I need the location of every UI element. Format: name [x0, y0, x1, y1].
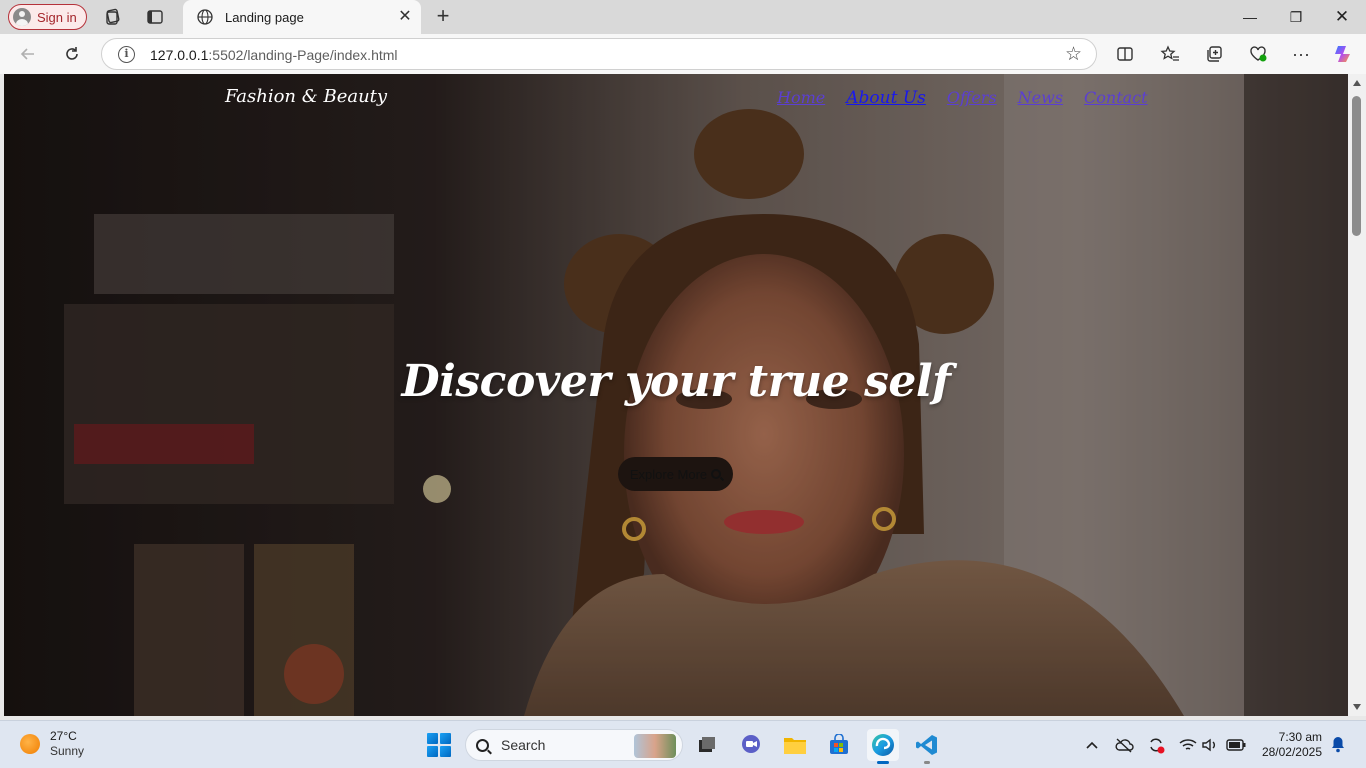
search-icon: [476, 738, 489, 752]
store-icon[interactable]: [823, 729, 855, 761]
url-text: 127.0.0.1:5502/landing-Page/index.html: [150, 47, 398, 63]
site-nav: Home About Us Offers News Contact: [777, 88, 1148, 108]
scroll-down-icon[interactable]: [1353, 704, 1361, 710]
sync-icon[interactable]: [1146, 735, 1166, 755]
refresh-icon[interactable]: [61, 43, 83, 65]
edge-icon[interactable]: [867, 729, 899, 764]
copilot-icon[interactable]: [1332, 43, 1354, 65]
vscode-icon[interactable]: [911, 729, 943, 764]
active-tab[interactable]: Landing page ✕: [183, 0, 421, 34]
more-icon[interactable]: ···: [1290, 43, 1312, 65]
clock-time: 7:30 am: [1278, 730, 1322, 744]
taskbar-search[interactable]: Search: [465, 729, 683, 761]
window-close-icon[interactable]: ✕: [1330, 6, 1354, 28]
system-clock[interactable]: 7:30 am 28/02/2025: [1256, 730, 1322, 760]
task-view-icon[interactable]: [691, 729, 723, 761]
battery-icon[interactable]: [1226, 735, 1246, 755]
clock-date: 28/02/2025: [1261, 745, 1322, 759]
nav-contact-link[interactable]: Contact: [1084, 88, 1148, 108]
favorite-star-icon[interactable]: ☆: [1065, 43, 1082, 66]
bell-icon[interactable]: [1330, 735, 1346, 753]
weather-widget[interactable]: 27°C Sunny: [20, 729, 84, 759]
hero-title: Discover your true self: [401, 356, 951, 407]
windows-taskbar: 27°C Sunny Search 7:30 am 28/02/2025: [0, 720, 1366, 768]
browser-essentials-icon[interactable]: [1247, 43, 1269, 65]
windows-start-icon[interactable]: [427, 733, 451, 757]
scrollbar-thumb[interactable]: [1352, 96, 1361, 236]
collections-icon[interactable]: [1203, 43, 1225, 65]
search-icon: [711, 469, 722, 479]
page-viewport: Fashion & Beauty Home About Us Offers Ne…: [4, 74, 1348, 716]
vscode-running-indicator: [924, 761, 930, 764]
url-host: 127.0.0.1: [150, 47, 209, 63]
sun-icon: [20, 734, 40, 754]
sign-in-button[interactable]: Sign in: [8, 4, 87, 30]
favorites-icon[interactable]: [1159, 43, 1181, 65]
edge-running-indicator: [877, 761, 889, 764]
file-explorer-icon[interactable]: [779, 729, 811, 761]
minimize-icon[interactable]: —: [1238, 6, 1262, 28]
new-tab-icon[interactable]: +: [432, 5, 454, 28]
teams-chat-icon[interactable]: [735, 729, 767, 761]
search-highlight-image: [634, 734, 676, 758]
nav-about-link[interactable]: About Us: [846, 88, 926, 108]
explore-more-label: Explore More: [629, 466, 708, 482]
close-icon[interactable]: ✕: [397, 9, 413, 25]
restore-icon[interactable]: ❐: [1284, 6, 1308, 28]
tab-actions-icon[interactable]: [145, 7, 165, 27]
weather-condition: Sunny: [50, 744, 85, 758]
nav-offers-link[interactable]: Offers: [947, 88, 997, 108]
address-bar[interactable]: i 127.0.0.1:5502/landing-Page/index.html…: [101, 38, 1097, 70]
globe-icon: [197, 9, 213, 25]
workspaces-icon[interactable]: [103, 7, 123, 27]
url-path: :5502/landing-Page/index.html: [208, 47, 398, 63]
browser-toolbar: i 127.0.0.1:5502/landing-Page/index.html…: [0, 34, 1366, 74]
taskbar-search-label: Search: [501, 737, 546, 753]
info-icon[interactable]: i: [118, 46, 135, 63]
scroll-up-icon[interactable]: [1353, 80, 1361, 86]
volume-icon[interactable]: [1200, 735, 1220, 755]
sign-in-label: Sign in: [37, 9, 77, 25]
site-logo[interactable]: Fashion & Beauty: [225, 86, 387, 107]
back-icon[interactable]: [17, 43, 39, 65]
nav-news-link[interactable]: News: [1018, 88, 1063, 108]
page-scrollbar[interactable]: [1348, 74, 1366, 716]
chevron-up-icon[interactable]: [1082, 735, 1102, 755]
wifi-icon[interactable]: [1178, 735, 1198, 755]
split-screen-icon[interactable]: [1114, 43, 1136, 65]
explore-more-button[interactable]: Explore More: [618, 457, 733, 491]
tab-strip: Sign in Landing page ✕ + — ❐ ✕: [0, 0, 1366, 34]
tab-title: Landing page: [225, 9, 304, 25]
onedrive-icon[interactable]: [1114, 735, 1134, 755]
nav-home-link[interactable]: Home: [777, 88, 825, 108]
weather-temp: 27°C: [50, 729, 77, 743]
user-avatar-icon: [13, 8, 31, 26]
